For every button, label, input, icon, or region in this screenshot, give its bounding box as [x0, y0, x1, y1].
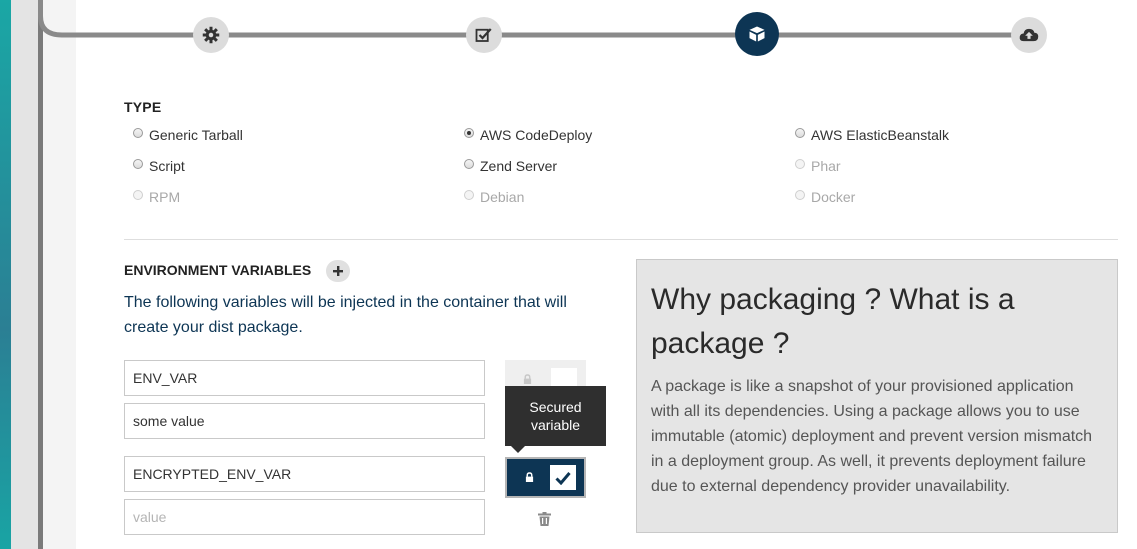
radio-button — [795, 190, 805, 200]
radio-button[interactable] — [133, 128, 143, 138]
radio-button[interactable] — [464, 128, 474, 138]
step-validate[interactable] — [466, 17, 502, 53]
radio-label: AWS ElasticBeanstalk — [811, 127, 949, 143]
left-gutter — [11, 0, 38, 549]
env-vars-description: The following variables will be injected… — [124, 294, 567, 336]
radio-button[interactable] — [464, 159, 474, 169]
env-var-name-input-1[interactable] — [124, 360, 485, 396]
radio-docker: Docker — [795, 189, 855, 205]
info-body: A package is like a snapshot of your pro… — [651, 378, 1093, 495]
radio-label: RPM — [149, 189, 181, 205]
gear-icon — [202, 26, 220, 44]
radio-button[interactable] — [133, 159, 143, 169]
radio-button — [133, 190, 143, 200]
progress-stepper — [0, 0, 1137, 70]
section-divider — [124, 239, 1118, 240]
env-vars-heading: ENVIRONMENT VARIABLES — [124, 262, 312, 278]
lock-icon — [525, 472, 534, 482]
secure-toggle-2[interactable] — [505, 457, 586, 498]
type-heading: TYPE — [124, 99, 162, 115]
radio-label: Phar — [811, 158, 841, 174]
cloud-upload-icon — [1019, 28, 1039, 42]
env-var-value-input-2[interactable] — [124, 499, 485, 535]
radio-script[interactable]: Script — [133, 158, 185, 174]
toggle-knob — [550, 465, 576, 490]
radio-button — [464, 190, 474, 200]
left-margin — [43, 0, 76, 549]
step-package[interactable] — [735, 12, 779, 56]
radio-label: Script — [149, 158, 185, 174]
radio-phar: Phar — [795, 158, 841, 174]
trash-icon — [538, 512, 551, 526]
step-deploy[interactable] — [1011, 17, 1047, 53]
info-heading: Why packaging ? What is a package ? — [651, 283, 1015, 360]
radio-aws-elasticbeanstalk[interactable]: AWS ElasticBeanstalk — [795, 127, 949, 143]
radio-label: Generic Tarball — [149, 127, 243, 143]
check-icon — [555, 471, 571, 485]
radio-button — [795, 159, 805, 169]
radio-rpm: RPM — [133, 189, 180, 205]
package-icon — [749, 26, 765, 42]
radio-debian: Debian — [464, 189, 524, 205]
radio-aws-codedeploy[interactable]: AWS CodeDeploy — [464, 127, 592, 143]
stepper-track — [38, 0, 1030, 38]
radio-label: Debian — [480, 189, 525, 205]
checklist-icon — [475, 28, 492, 42]
radio-generic-tarball[interactable]: Generic Tarball — [133, 127, 243, 143]
secured-variable-tooltip: Secured variable — [505, 386, 606, 446]
radio-button[interactable] — [795, 128, 805, 138]
left-edge-strip — [0, 0, 11, 549]
radio-label: Zend Server — [480, 158, 558, 174]
tooltip-arrow — [511, 446, 525, 453]
radio-label: AWS CodeDeploy — [480, 127, 593, 143]
add-variable-button[interactable] — [326, 260, 350, 282]
env-var-value-input-1[interactable] — [124, 403, 485, 439]
tooltip-text: Secured variable — [529, 399, 582, 433]
env-var-name-input-2[interactable] — [124, 456, 485, 492]
packaging-info-panel: Why packaging ? What is a package ? A pa… — [636, 259, 1118, 533]
lock-icon — [523, 374, 532, 384]
step-configure[interactable] — [193, 17, 229, 53]
radio-zend-server[interactable]: Zend Server — [464, 158, 557, 174]
radio-label: Docker — [811, 189, 856, 205]
delete-variable-button[interactable] — [538, 512, 551, 531]
plus-icon — [333, 266, 343, 276]
